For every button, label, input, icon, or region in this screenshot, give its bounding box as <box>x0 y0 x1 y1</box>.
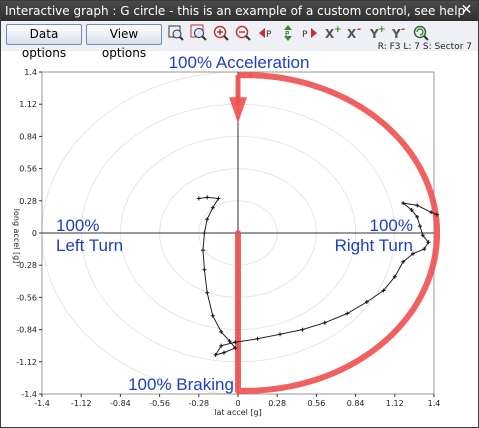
trace-point <box>210 313 215 318</box>
trace-point <box>415 203 420 208</box>
y-tick-label: 1.12 <box>19 100 37 109</box>
annotation-braking: 100% Braking <box>128 375 234 394</box>
annotation-left-2: Left Turn <box>56 236 123 255</box>
zoom-window-icon[interactable] <box>167 24 185 42</box>
graph-window: Interactive graph : G circle - this is a… <box>0 0 479 428</box>
x-tick-label: 0.56 <box>307 399 325 408</box>
svg-text:P: P <box>266 30 272 40</box>
x-tick-label: 1.12 <box>386 399 404 408</box>
pan-up-down-icon[interactable]: P <box>279 24 297 42</box>
x-tick-label: -1.4 <box>34 399 50 408</box>
svg-text:+: + <box>334 25 342 35</box>
trace-point <box>201 248 205 253</box>
y-tick-label: -1.4 <box>21 390 37 399</box>
view-options-button[interactable]: View options <box>86 24 162 60</box>
x-tick-label: 0.84 <box>347 399 365 408</box>
y-tick-label: 0.84 <box>19 132 37 141</box>
y-tick-label: -0.84 <box>16 326 37 335</box>
trace-point <box>205 195 210 200</box>
annotation-acceleration: 100% Acceleration <box>169 53 310 72</box>
svg-text:+: + <box>378 25 386 35</box>
data-options-button[interactable]: Data options <box>6 24 82 60</box>
zoom-fit-icon[interactable] <box>190 24 208 42</box>
annotation-left-1: 100% <box>56 216 99 235</box>
x-tick-label: -0.28 <box>188 399 209 408</box>
svg-text:-: - <box>401 24 405 35</box>
x-tick-label: -1.12 <box>71 399 92 408</box>
g-circle-chart[interactable]: -1.4 -1.12 -0.84 -0.56 -0.28 0 0.28 0.56 0.84 1.1… <box>1 51 478 427</box>
close-icon[interactable]: ✕ <box>459 3 474 18</box>
window-title: Interactive graph : G circle - this is a… <box>5 4 466 18</box>
y-minus-icon[interactable]: Y- <box>390 24 408 42</box>
trace-point <box>222 350 226 355</box>
y-tick-label: 0.56 <box>19 165 37 174</box>
y-tick-label: -0.56 <box>16 293 37 302</box>
svg-text:-: - <box>357 24 361 35</box>
annotation-right-1: 100% <box>370 216 413 235</box>
x-minus-icon[interactable]: X- <box>346 24 364 42</box>
zoom-in-icon[interactable] <box>212 24 230 42</box>
trace-point <box>278 332 282 337</box>
trace-point <box>205 217 210 222</box>
toolbar: Data options View options P P P X + X- Y… <box>1 21 478 60</box>
x-tick-label: 0 <box>235 399 240 408</box>
y-tick-label: 0 <box>32 229 37 238</box>
y-tick-label: -1.12 <box>16 358 37 367</box>
pan-right-icon[interactable]: P <box>301 24 319 42</box>
x-plus-icon[interactable]: X + <box>324 24 342 42</box>
trace-point <box>205 290 210 295</box>
y-plus-icon[interactable]: Y + <box>368 24 386 42</box>
y-axis-title: long accel [g] <box>12 209 21 264</box>
title-bar[interactable]: Interactive graph : G circle - this is a… <box>1 1 478 21</box>
trace-point <box>202 231 207 235</box>
svg-text:P: P <box>285 30 289 38</box>
trace-point <box>202 267 207 272</box>
trace-point <box>196 196 201 201</box>
zoom-reset-icon[interactable] <box>412 24 430 42</box>
y-tick-label: 1.4 <box>24 68 37 77</box>
svg-text:Y: Y <box>391 27 401 41</box>
acceleration-arrow-head <box>229 97 247 124</box>
zoom-out-icon[interactable] <box>234 24 252 42</box>
trace-point <box>418 224 422 229</box>
y-tick-label: 0.28 <box>19 197 37 206</box>
svg-text:X: X <box>347 27 357 41</box>
x-tick-label: -0.56 <box>149 399 170 408</box>
x-tick-label: 0.28 <box>268 399 286 408</box>
trace-point <box>322 320 327 325</box>
trace-point <box>255 336 260 341</box>
x-axis-title: lat accel [g] <box>214 408 262 417</box>
trace-point <box>300 327 305 332</box>
annotation-right-2: Right Turn <box>335 236 413 255</box>
x-tick-label: 1.4 <box>428 399 441 408</box>
svg-text:P: P <box>302 30 308 40</box>
x-tick-label: -0.84 <box>110 399 131 408</box>
pan-left-icon[interactable]: P <box>257 24 275 42</box>
